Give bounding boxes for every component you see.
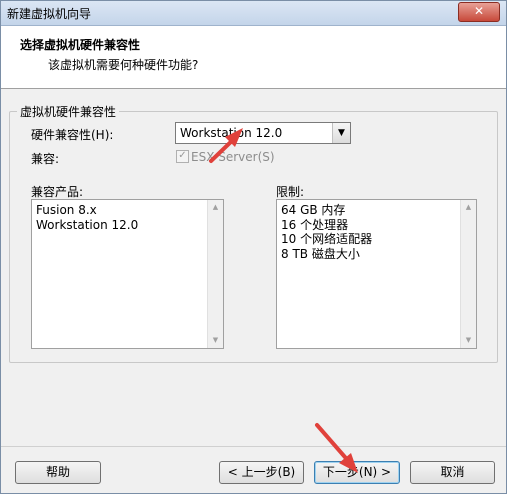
wizard-window: 新建虚拟机向导 ✕ 选择虚拟机硬件兼容性 该虚拟机需要何种硬件功能? 虚拟机硬件…: [0, 0, 507, 494]
annotation-arrow-icon: [209, 128, 243, 163]
annotation-arrows: [209, 128, 358, 473]
annotation-arrow-icon: [315, 423, 358, 473]
